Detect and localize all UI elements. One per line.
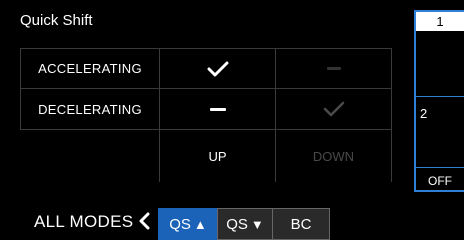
tab-label: QS <box>226 215 248 233</box>
tab-label: BC <box>290 215 312 233</box>
down-column-header: DOWN <box>276 130 392 182</box>
dash-icon <box>326 67 341 70</box>
gear-divider <box>416 167 464 168</box>
down-triangle-icon: ▼ <box>250 216 264 232</box>
empty-cell <box>20 130 160 182</box>
accelerating-label: ACCELERATING <box>38 61 142 76</box>
gear-1-indicator: 1 <box>416 12 464 31</box>
tab-bc[interactable]: BC <box>272 208 330 240</box>
screen-title: Quick Shift <box>20 12 93 29</box>
row-label-decelerating: DECELERATING <box>20 89 160 130</box>
mode-label: ALL MODES <box>34 212 134 231</box>
down-label: DOWN <box>312 148 355 164</box>
tab-qs-up[interactable]: QS ▲ <box>158 208 218 240</box>
check-icon <box>323 101 344 117</box>
tab-label: QS <box>169 215 191 233</box>
up-column-header: UP <box>160 130 276 182</box>
mode-tabs: QS ▲ QS ▼ BC <box>158 208 330 240</box>
decelerating-label: DECELERATING <box>38 101 142 117</box>
dash-icon <box>209 107 226 111</box>
gear-2-indicator: 2 <box>420 106 428 121</box>
decelerating-down-cell[interactable] <box>276 89 392 130</box>
check-icon <box>207 61 228 76</box>
gear-divider <box>416 96 464 97</box>
decelerating-up-cell[interactable] <box>160 89 276 130</box>
quick-shift-table: ACCELERATING DECELERATING UP DOWN <box>20 48 392 182</box>
tab-qs-down[interactable]: QS ▼ <box>217 208 273 240</box>
chevron-left-icon[interactable] <box>138 212 152 230</box>
up-triangle-icon: ▲ <box>193 216 207 232</box>
gear-indicator: 1 2 OFF <box>414 10 464 192</box>
accelerating-up-cell[interactable] <box>160 48 276 89</box>
accelerating-down-cell[interactable] <box>276 48 392 89</box>
row-label-accelerating: ACCELERATING <box>20 48 160 89</box>
up-label: UP <box>208 148 227 164</box>
gear-off-indicator: OFF <box>428 174 452 188</box>
